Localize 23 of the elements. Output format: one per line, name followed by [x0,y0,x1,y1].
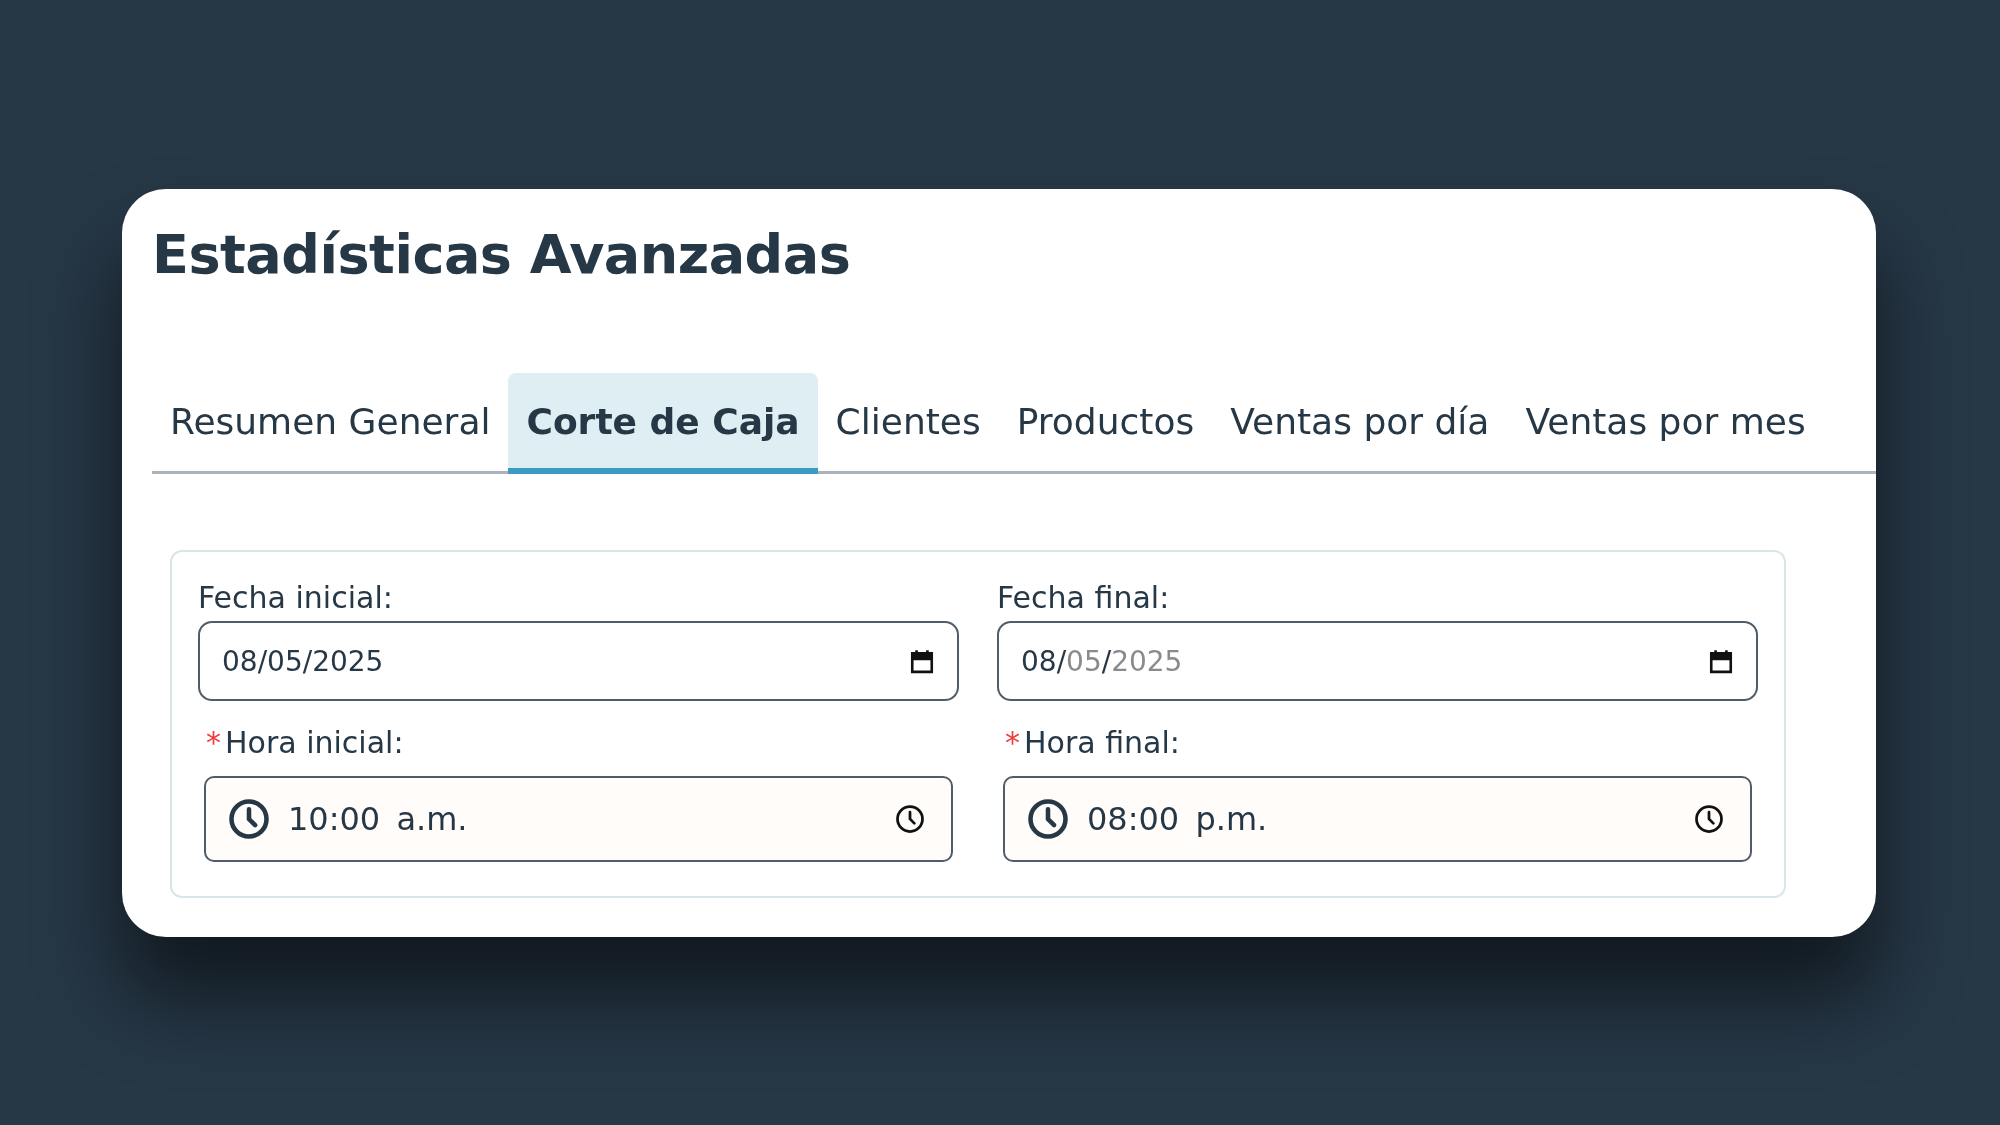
tab[interactable]: Resumen General [152,373,509,474]
tab[interactable]: Ventas por día [1212,373,1508,474]
page-title: Estadísticas Avanzadas [152,222,852,288]
clock-icon [1694,804,1724,834]
date-field[interactable]: 08/05/2025 [997,621,1758,701]
clock-icon [228,798,270,840]
tab[interactable]: Corte de Caja [508,373,818,474]
date-field[interactable]: 08/05/2025 [198,621,959,701]
clock-icon [1027,798,1069,840]
tab[interactable]: Clientes [817,373,999,474]
time-field[interactable]: 10:00 a.m. [204,776,953,862]
field-label: Hora inicial: [225,725,404,760]
tab[interactable]: Ventas por mes [1507,373,1824,474]
field-label: Hora final: [1024,725,1180,760]
required-mark: * [206,725,221,760]
field-label: Fecha final: [997,580,1171,615]
time-field[interactable]: 08:00 p.m. [1003,776,1752,862]
required-mark: * [1005,725,1020,760]
tab[interactable]: Productos [998,373,1213,474]
clock-icon [895,804,925,834]
calendar-icon[interactable] [909,648,935,674]
calendar-icon[interactable] [1708,648,1734,674]
field-label: Fecha inicial: [198,580,394,615]
